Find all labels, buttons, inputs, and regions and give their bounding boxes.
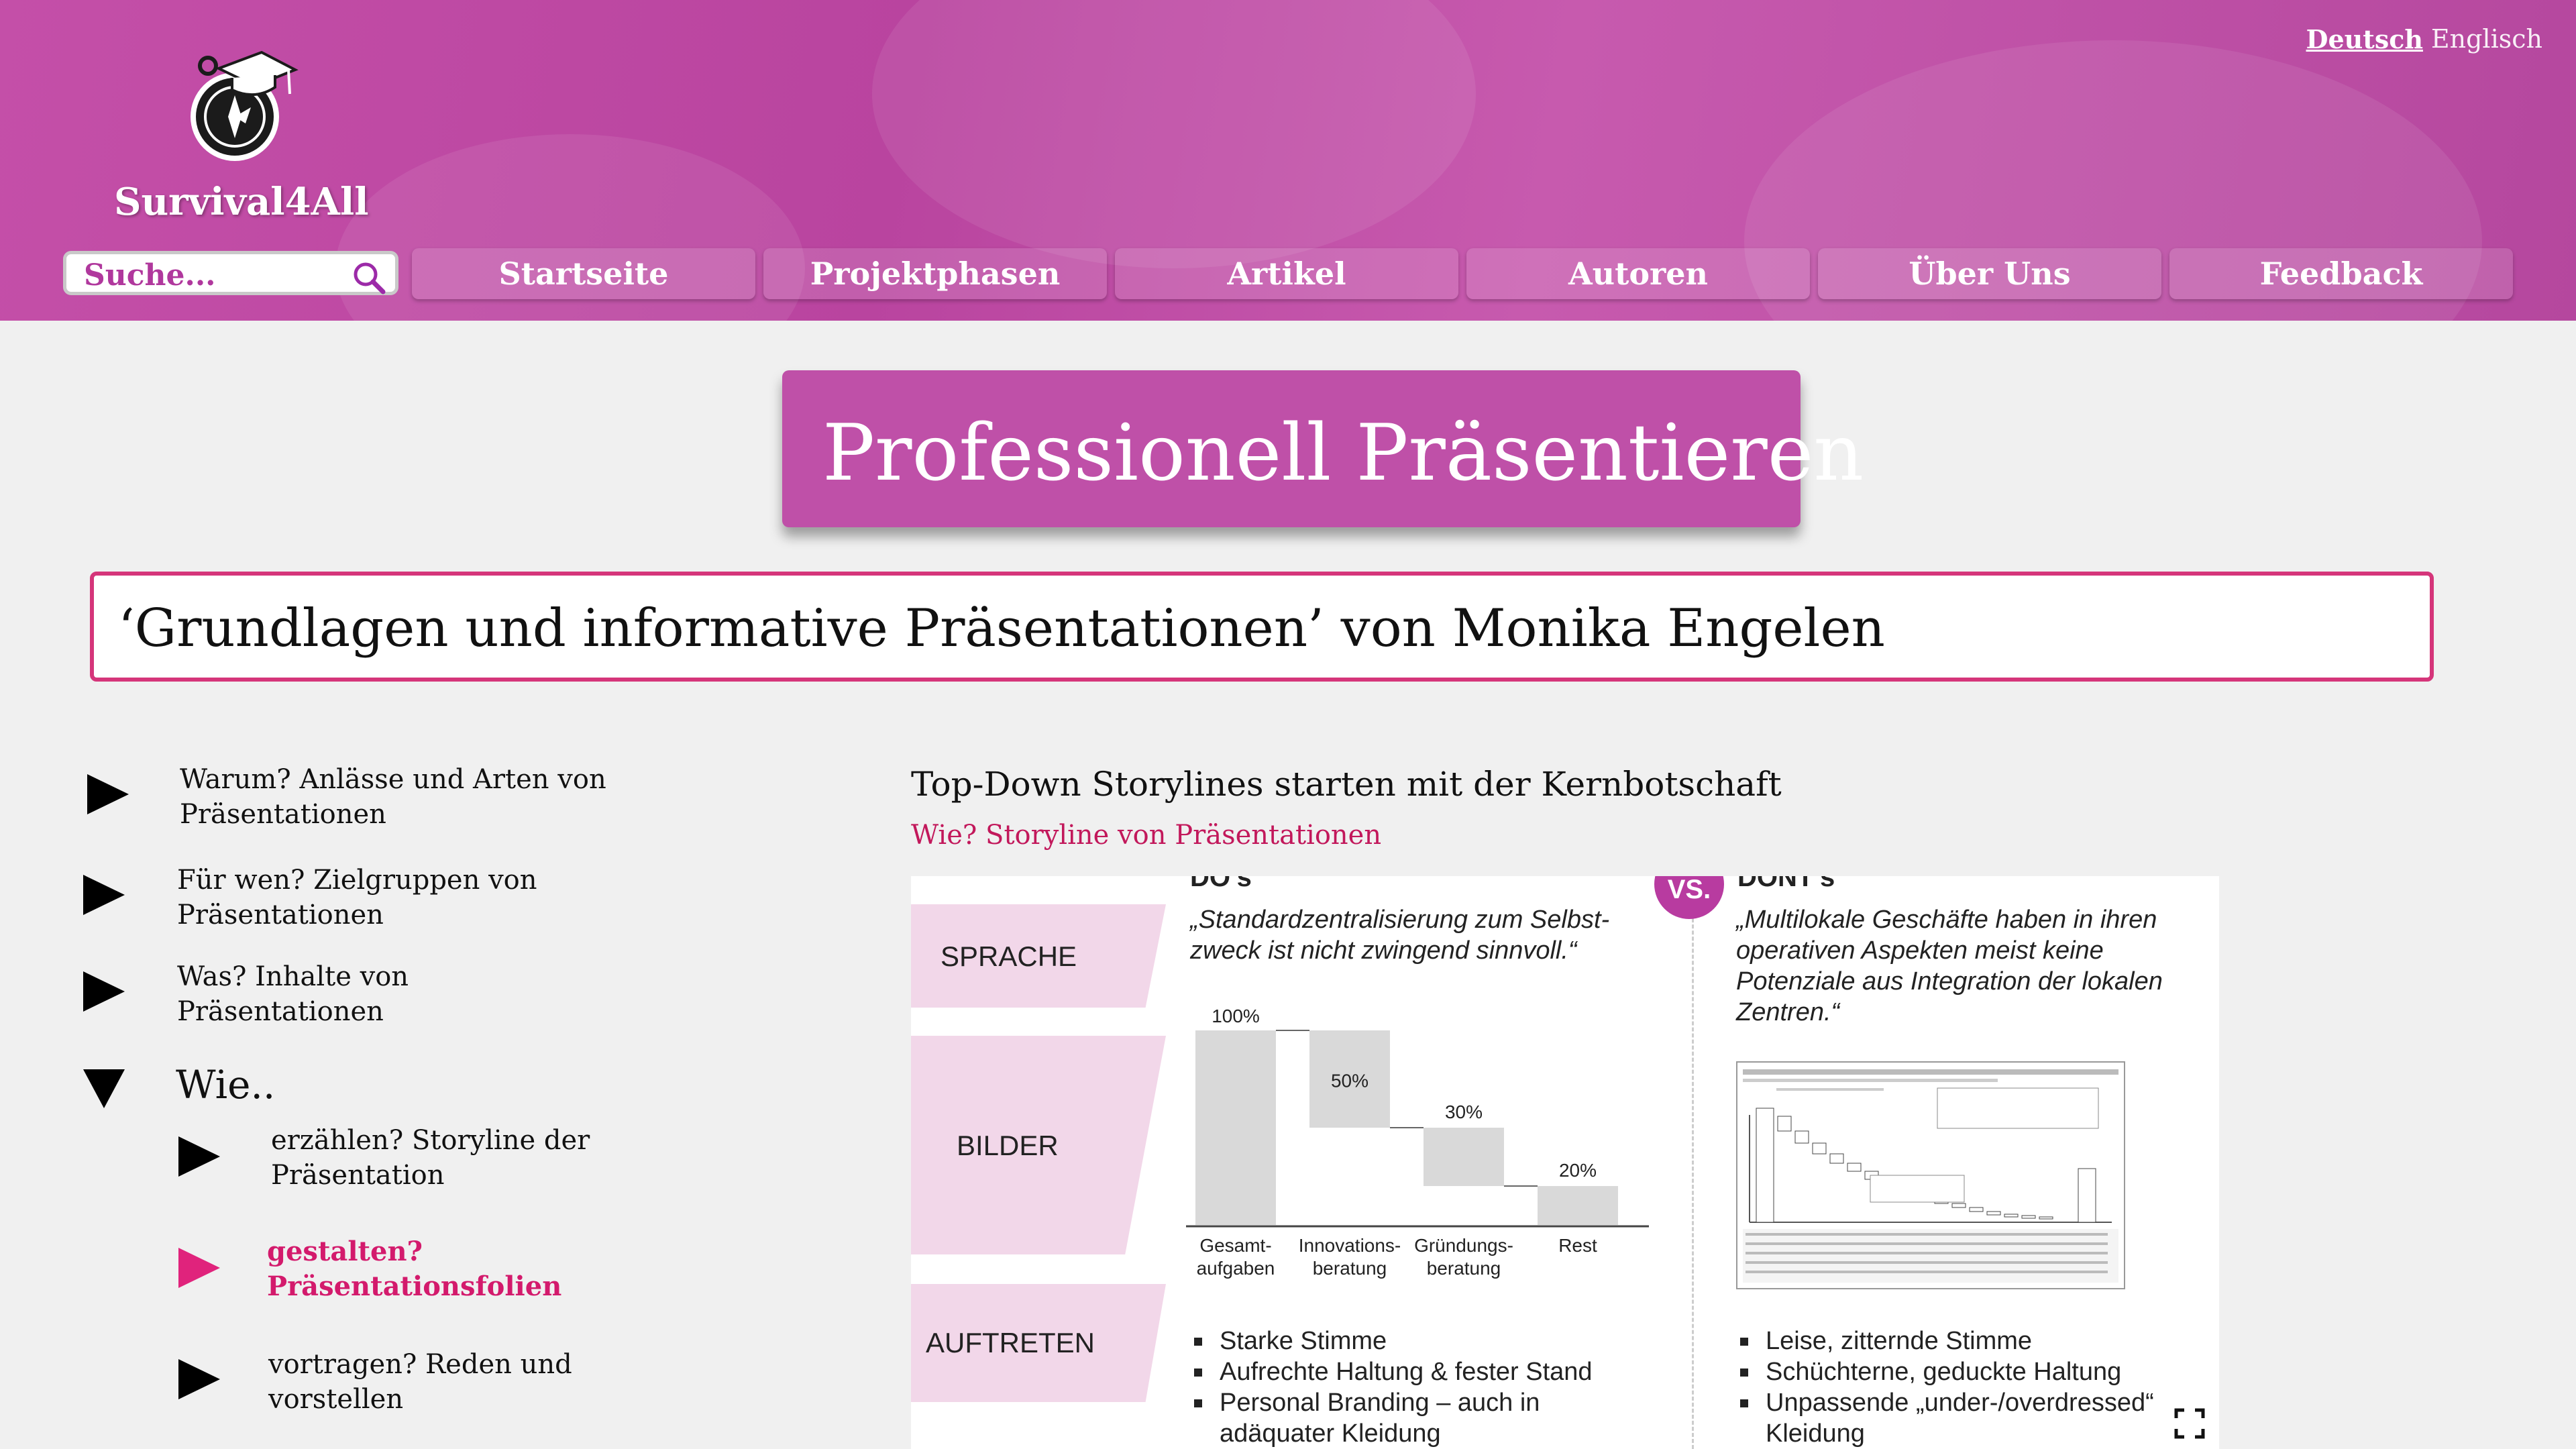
bullet-item: Starke Stimme xyxy=(1190,1326,1619,1356)
category-label: beratung xyxy=(1427,1258,1501,1279)
page-title: Professionell Präsentieren xyxy=(822,408,1864,498)
nav-projektphasen[interactable]: Projektphasen xyxy=(763,248,1107,299)
sidebar-item-label[interactable]: Warum? Anlässe und Arten von Präsentatio… xyxy=(180,762,609,832)
article-subtitle: ‘Grundlagen und informative Präsentation… xyxy=(118,598,1885,659)
row-label-text: BILDER xyxy=(957,1130,1059,1161)
language-german-link[interactable]: Deutsch xyxy=(2306,24,2423,54)
slide-divider xyxy=(1692,876,1694,1449)
nav-feedback[interactable]: Feedback xyxy=(2169,248,2513,299)
sidebar-item-label[interactable]: Wie.. xyxy=(176,1061,275,1108)
quote-do: „Standardzentralisierung zum Selbst-zwec… xyxy=(1190,906,1610,965)
bullets-do: Starke Stimme Aufrechte Haltung & fester… xyxy=(1190,1326,1619,1449)
row-label-bilder: BILDER xyxy=(911,1036,1166,1254)
sidebar-subitem-label[interactable]: gestalten? Präsentationsfolien xyxy=(267,1234,561,1304)
sidebar-item-label[interactable]: Für wen? Zielgruppen von Präsentationen xyxy=(177,863,580,932)
donts-title: DONT’s xyxy=(1737,876,1835,892)
waterfall-bar xyxy=(1424,1128,1504,1186)
main-navigation: Suche... Startseite Projektphasen Artike… xyxy=(63,246,2514,303)
bullets-dont: Leise, zitternde Stimme Schüchterne, ged… xyxy=(1736,1326,2192,1449)
nav-ueber-uns[interactable]: Über Uns xyxy=(1818,248,2161,299)
content-heading: Top-Down Storylines starten mit der Kern… xyxy=(911,765,1782,804)
language-english-link[interactable]: Englisch xyxy=(2431,24,2542,54)
row-label-text: SPRACHE xyxy=(941,941,1077,972)
waterfall-bar xyxy=(1195,1030,1276,1225)
sidebar-subitem-label[interactable]: erzählen? Storyline der Präsentation xyxy=(271,1123,606,1193)
article-subtitle-box: ‘Grundlagen und informative Präsentation… xyxy=(90,572,2434,682)
expand-arrow-icon[interactable] xyxy=(87,774,129,814)
expand-arrow-icon[interactable] xyxy=(83,971,125,1012)
category-label: beratung xyxy=(1313,1258,1387,1279)
category-label: Gründungs- xyxy=(1414,1235,1513,1256)
category-label: aufgaben xyxy=(1197,1258,1275,1279)
page-title-banner: Professionell Präsentieren xyxy=(782,370,1864,527)
collapse-arrow-icon[interactable] xyxy=(83,1069,125,1108)
row-label-text: AUFTRETEN xyxy=(926,1327,1095,1358)
dense-chart-thumbnail xyxy=(1736,1061,2125,1289)
row-label-sprache: SPRACHE xyxy=(911,904,1166,1008)
row-label-auftreten: AUFTRETEN xyxy=(911,1284,1166,1402)
header-background-shape xyxy=(872,0,1476,268)
nav-autoren[interactable]: Autoren xyxy=(1466,248,1810,299)
data-label: 20% xyxy=(1559,1160,1597,1181)
dos-title: DO’s xyxy=(1190,876,1252,892)
sidebar-subitem-label[interactable]: vortragen? Reden und vorstellen xyxy=(268,1347,590,1417)
category-label: Rest xyxy=(1558,1235,1597,1256)
search-icon[interactable] xyxy=(351,260,387,296)
compass-graduation-cap-logo-icon[interactable] xyxy=(181,43,302,170)
sidebar-item-label[interactable]: Was? Inhalte von Präsentationen xyxy=(177,959,499,1029)
category-label: Innovations- xyxy=(1299,1235,1401,1256)
bullet-item: Personal Branding – auch in adäquater Kl… xyxy=(1190,1387,1619,1449)
bullet-item: Aufrechte Haltung & fester Stand xyxy=(1190,1356,1619,1387)
search-input[interactable]: Suche... xyxy=(84,258,216,292)
slide-image: DO’s DONT’s SPRACHE BILDER AUFTRETEN „St… xyxy=(911,876,2219,1449)
active-arrow-icon[interactable] xyxy=(178,1248,220,1288)
expand-arrow-icon[interactable] xyxy=(178,1359,220,1399)
waterfall-chart: 100% Gesamt-aufgaben 50% Innovations-beratu… xyxy=(1186,1006,1649,1279)
expand-arrow-icon[interactable] xyxy=(178,1136,220,1177)
waterfall-bar xyxy=(1538,1186,1618,1225)
brand-name[interactable]: Survival4All xyxy=(114,180,369,224)
bullet-item: Unpassende „under-/overdressed“ Kleidung xyxy=(1736,1387,2192,1449)
nav-startseite[interactable]: Startseite xyxy=(412,248,755,299)
data-label: 100% xyxy=(1212,1006,1260,1026)
bullet-item: Schüchterne, geduckte Haltung xyxy=(1736,1356,2192,1387)
vs-badge: VS. xyxy=(1654,876,1724,919)
expand-arrow-icon[interactable] xyxy=(83,875,125,915)
data-label: 50% xyxy=(1331,1071,1368,1091)
search-box[interactable]: Suche... xyxy=(63,251,398,295)
site-header: Deutsch Englisch Survival4All Suche... S… xyxy=(0,0,2576,321)
quote-dont: „Multilokale Geschäfte haben in ihren op… xyxy=(1736,906,2163,1026)
fullscreen-icon[interactable] xyxy=(2174,1407,2206,1440)
nav-artikel[interactable]: Artikel xyxy=(1115,248,1458,299)
data-label: 30% xyxy=(1445,1102,1483,1122)
bullet-item: Leise, zitternde Stimme xyxy=(1736,1326,2192,1356)
category-label: Gesamt- xyxy=(1199,1235,1271,1256)
storyline-link[interactable]: Wie? Storyline von Präsentationen xyxy=(911,820,1381,851)
